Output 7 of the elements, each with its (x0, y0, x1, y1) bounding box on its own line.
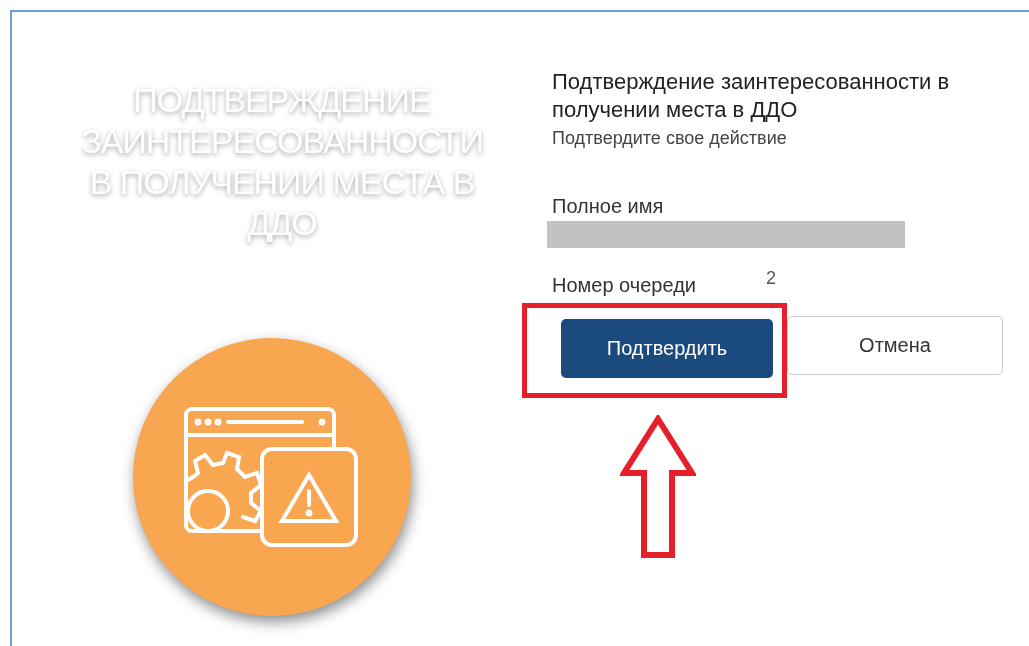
field-label: Полное имя (552, 195, 665, 218)
cancel-button[interactable]: Отмена (787, 315, 1003, 375)
confirm-button[interactable]: Подтвердить (561, 319, 773, 378)
field-value: 2 (766, 268, 776, 289)
field-label: Номер очереди (552, 274, 696, 297)
dialog-subtitle: Подтвердите свое действие (552, 128, 788, 149)
dialog-title: Подтверждение заинтересованности в получении места в ДДО (552, 68, 951, 124)
